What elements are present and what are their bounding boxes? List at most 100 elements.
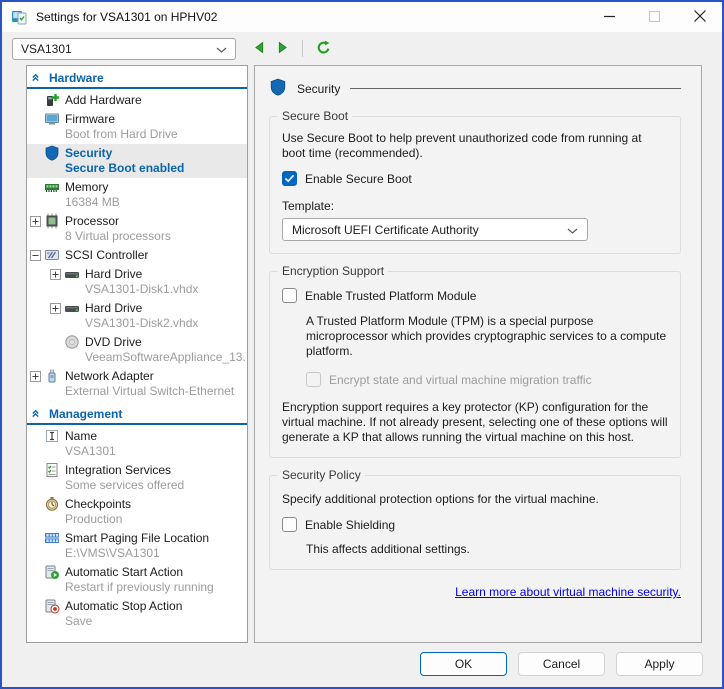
sidebar-item-hard-drive[interactable]: Hard DriveVSA1301-Disk2.vhdx xyxy=(27,299,247,333)
key-protector-note: Encryption support requires a key protec… xyxy=(282,400,668,445)
expand-icon[interactable] xyxy=(30,371,41,382)
template-label: Template: xyxy=(282,199,668,213)
item-sublabel: Restart if previously running xyxy=(65,580,247,595)
close-button[interactable] xyxy=(677,2,722,32)
item-sublabel: VSA1301-Disk1.vhdx xyxy=(85,282,247,297)
sidebar-item-hard-drive[interactable]: Hard DriveVSA1301-Disk1.vhdx xyxy=(27,265,247,299)
item-label: Checkpoints xyxy=(65,497,131,511)
item-label: Smart Paging File Location xyxy=(65,531,209,545)
security-policy-group: Security Policy Specify additional prote… xyxy=(269,475,681,570)
item-label: Memory xyxy=(65,180,108,194)
enable-tpm-label: Enable Trusted Platform Module xyxy=(305,289,476,303)
maximize-icon xyxy=(649,10,660,25)
enable-shielding-checkbox[interactable] xyxy=(282,517,297,532)
enable-tpm-row: Enable Trusted Platform Module xyxy=(282,288,668,303)
encrypt-state-row: Encrypt state and virtual machine migrat… xyxy=(306,372,668,387)
enable-tpm-checkbox[interactable] xyxy=(282,288,297,303)
item-sublabel: External Virtual Switch-Ethernet xyxy=(65,384,247,399)
ok-button[interactable]: OK xyxy=(420,652,507,676)
expand-icon[interactable] xyxy=(50,303,61,314)
template-combobox[interactable]: Microsoft UEFI Certificate Authority xyxy=(282,218,588,241)
sidebar-item-smart-paging-file-location[interactable]: Smart Paging File LocationE:\VMS\VSA1301 xyxy=(27,529,247,563)
minimize-icon xyxy=(604,10,615,25)
item-label: Automatic Stop Action xyxy=(65,599,182,613)
security-policy-description: Specify additional protection options fo… xyxy=(282,492,668,507)
section-header-management[interactable]: Management xyxy=(27,404,247,425)
shield-icon xyxy=(44,145,60,161)
section-header-hardware[interactable]: Hardware xyxy=(27,68,247,89)
expander-spacer xyxy=(30,465,41,476)
toolbar-separator xyxy=(302,40,303,57)
item-label: Firmware xyxy=(65,112,115,126)
navigate-forward-button[interactable] xyxy=(276,41,289,57)
scsi-controller-icon xyxy=(44,247,60,263)
window-controls xyxy=(587,2,722,32)
navigate-back-button[interactable] xyxy=(253,41,266,57)
collapse-chevron-icon xyxy=(30,72,41,83)
sidebar-item-security[interactable]: SecuritySecure Boot enabled xyxy=(27,144,247,178)
item-label: DVD Drive xyxy=(85,335,142,349)
back-arrow-icon xyxy=(253,41,266,57)
shielding-note: This affects additional settings. xyxy=(306,542,668,557)
encrypt-state-label: Encrypt state and virtual machine migrat… xyxy=(329,373,592,387)
learn-more-link[interactable]: Learn more about virtual machine securit… xyxy=(455,585,681,599)
dvd-drive-icon xyxy=(64,334,80,350)
security-settings-panel: Security Secure Boot Use Secure Boot to … xyxy=(254,65,702,643)
maximize-button xyxy=(632,2,677,32)
item-label: Hard Drive xyxy=(85,267,142,281)
auto-stop-icon xyxy=(44,598,60,614)
item-sublabel: Some services offered xyxy=(65,478,247,493)
expand-icon[interactable] xyxy=(50,269,61,280)
expander-spacer xyxy=(30,182,41,193)
item-label: Integration Services xyxy=(65,463,171,477)
forward-arrow-icon xyxy=(276,41,289,57)
network-adapter-icon xyxy=(44,368,60,384)
chevron-down-icon xyxy=(567,223,578,237)
refresh-button[interactable] xyxy=(316,40,331,58)
sidebar-item-add-hardware[interactable]: Add Hardware xyxy=(27,91,247,110)
sidebar-item-automatic-stop-action[interactable]: Automatic Stop ActionSave xyxy=(27,597,247,631)
vm-selector-value: VSA1301 xyxy=(21,42,216,56)
enable-shielding-label: Enable Shielding xyxy=(305,518,395,532)
item-sublabel: VSA1301-Disk2.vhdx xyxy=(85,316,247,331)
sidebar-item-memory[interactable]: Memory16384 MB xyxy=(27,178,247,212)
enable-shielding-row: Enable Shielding xyxy=(282,517,668,532)
encryption-support-group-label: Encryption Support xyxy=(278,264,388,278)
window-title: Settings for VSA1301 on HPHV02 xyxy=(36,10,217,24)
sidebar-item-firmware[interactable]: FirmwareBoot from Hard Drive xyxy=(27,110,247,144)
sidebar-item-checkpoints[interactable]: CheckpointsProduction xyxy=(27,495,247,529)
settings-navigation-tree: Hardware Add HardwareFirmwareBoot from Ha… xyxy=(26,65,248,643)
expander-spacer xyxy=(30,533,41,544)
memory-icon xyxy=(44,179,60,195)
sidebar-item-name[interactable]: NameVSA1301 xyxy=(27,427,247,461)
sidebar-item-automatic-start-action[interactable]: Automatic Start ActionRestart if previou… xyxy=(27,563,247,597)
sidebar-item-integration-services[interactable]: Integration ServicesSome services offere… xyxy=(27,461,247,495)
template-value: Microsoft UEFI Certificate Authority xyxy=(292,223,567,237)
chevron-down-icon xyxy=(216,42,227,56)
minimize-button[interactable] xyxy=(587,2,632,32)
processor-icon xyxy=(44,213,60,229)
expand-icon[interactable] xyxy=(30,216,41,227)
secure-boot-group: Secure Boot Use Secure Boot to help prev… xyxy=(269,116,681,254)
smart-paging-icon xyxy=(44,530,60,546)
sidebar-item-dvd-drive[interactable]: DVD DriveVeeamSoftwareAppliance_13.... xyxy=(27,333,247,367)
expander-spacer xyxy=(50,337,61,348)
item-sublabel: 8 Virtual processors xyxy=(65,229,247,244)
shield-icon xyxy=(269,78,287,99)
enable-secure-boot-checkbox[interactable] xyxy=(282,171,297,186)
item-label: SCSI Controller xyxy=(65,248,148,262)
collapse-icon[interactable] xyxy=(30,250,41,261)
expander-spacer xyxy=(30,601,41,612)
apply-button[interactable]: Apply xyxy=(616,652,703,676)
secure-boot-description: Use Secure Boot to help prevent unauthor… xyxy=(282,131,668,161)
add-hardware-icon xyxy=(44,92,60,108)
cancel-button[interactable]: Cancel xyxy=(518,652,605,676)
sidebar-item-network-adapter[interactable]: Network AdapterExternal Virtual Switch-E… xyxy=(27,367,247,401)
item-label: Name xyxy=(65,429,97,443)
sidebar-item-processor[interactable]: Processor8 Virtual processors xyxy=(27,212,247,246)
expander-spacer xyxy=(30,95,41,106)
vm-selector-combobox[interactable]: VSA1301 xyxy=(12,38,236,60)
sidebar-item-scsi-controller[interactable]: SCSI Controller xyxy=(27,246,247,265)
firmware-icon xyxy=(44,111,60,127)
checkpoints-icon xyxy=(44,496,60,512)
